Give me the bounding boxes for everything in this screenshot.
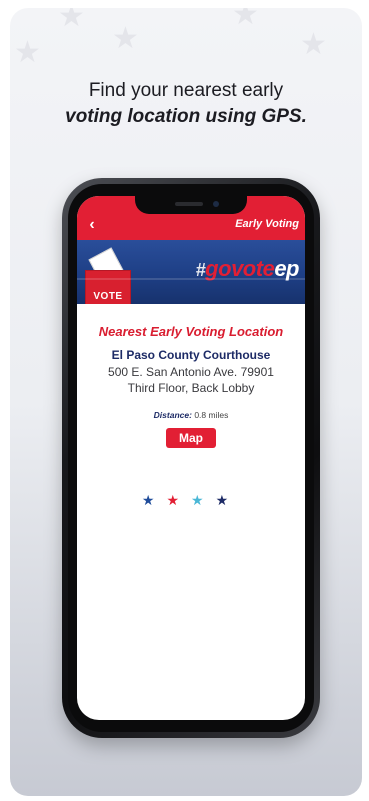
background-star-icon: ★ <box>112 22 139 55</box>
distance-row: Distance: 0.8 miles <box>77 410 305 420</box>
background-star-icon: ★ <box>300 28 327 61</box>
location-name: El Paso County Courthouse <box>111 348 271 362</box>
background-star-icon: ★ <box>232 8 259 31</box>
headline-line-2: voting location using GPS. <box>65 106 307 127</box>
page-indicator: ★★★★ <box>77 492 305 509</box>
headline-line-1: Find your nearest early <box>88 80 284 101</box>
ballot-paper-icon <box>88 247 124 283</box>
phone-notch <box>135 196 247 214</box>
address-line-1: 500 E. San Antonio Ave. 79901 <box>108 365 274 379</box>
brand-banner: VOTE #govoteep <box>77 240 305 304</box>
speaker-grille <box>175 202 203 206</box>
phone-screen: ‹ Early Voting VOTE #govoteep Nearest Ea… <box>77 196 305 720</box>
app-store-screenshot-card: ★ ★ ★ ★ ★ Find your nearest early voting… <box>10 8 362 796</box>
map-button[interactable]: Map <box>166 428 216 448</box>
page-dot-star-icon[interactable]: ★ <box>191 492 216 509</box>
logo-ep: ep <box>274 256 299 281</box>
chevron-left-icon: ‹ <box>89 216 95 233</box>
phone-bezel: ‹ Early Voting VOTE #govoteep Nearest Ea… <box>68 184 314 732</box>
ballot-box-icon: VOTE <box>85 270 131 304</box>
govoteep-logo: #govoteep <box>195 256 300 282</box>
distance-label: Distance: <box>153 410 192 420</box>
page-dot-star-icon[interactable]: ★ <box>166 492 191 509</box>
location-address: 500 E. San Antonio Ave. 79901 Third Floo… <box>77 364 305 396</box>
phone-mockup: ‹ Early Voting VOTE #govoteep Nearest Ea… <box>62 178 320 738</box>
logo-go: go <box>205 256 232 281</box>
camera-icon <box>213 201 219 207</box>
logo-hash: # <box>195 260 206 280</box>
address-line-2: Third Floor, Back Lobby <box>127 381 255 395</box>
section-title: Nearest Early Voting Location <box>98 324 284 339</box>
background-star-icon: ★ <box>58 8 85 33</box>
background-star-icon: ★ <box>14 36 41 69</box>
logo-vote: vote <box>231 256 275 281</box>
back-button[interactable]: ‹ <box>83 216 101 234</box>
vote-box-label: VOTE <box>93 291 123 302</box>
page-dot-star-icon[interactable]: ★ <box>142 492 167 509</box>
distance-value: 0.8 miles <box>194 410 229 420</box>
top-bar-title: Early Voting <box>235 218 299 230</box>
page-dot-star-icon[interactable]: ★ <box>216 492 241 509</box>
marketing-headline: Find your nearest early voting location … <box>10 78 362 130</box>
